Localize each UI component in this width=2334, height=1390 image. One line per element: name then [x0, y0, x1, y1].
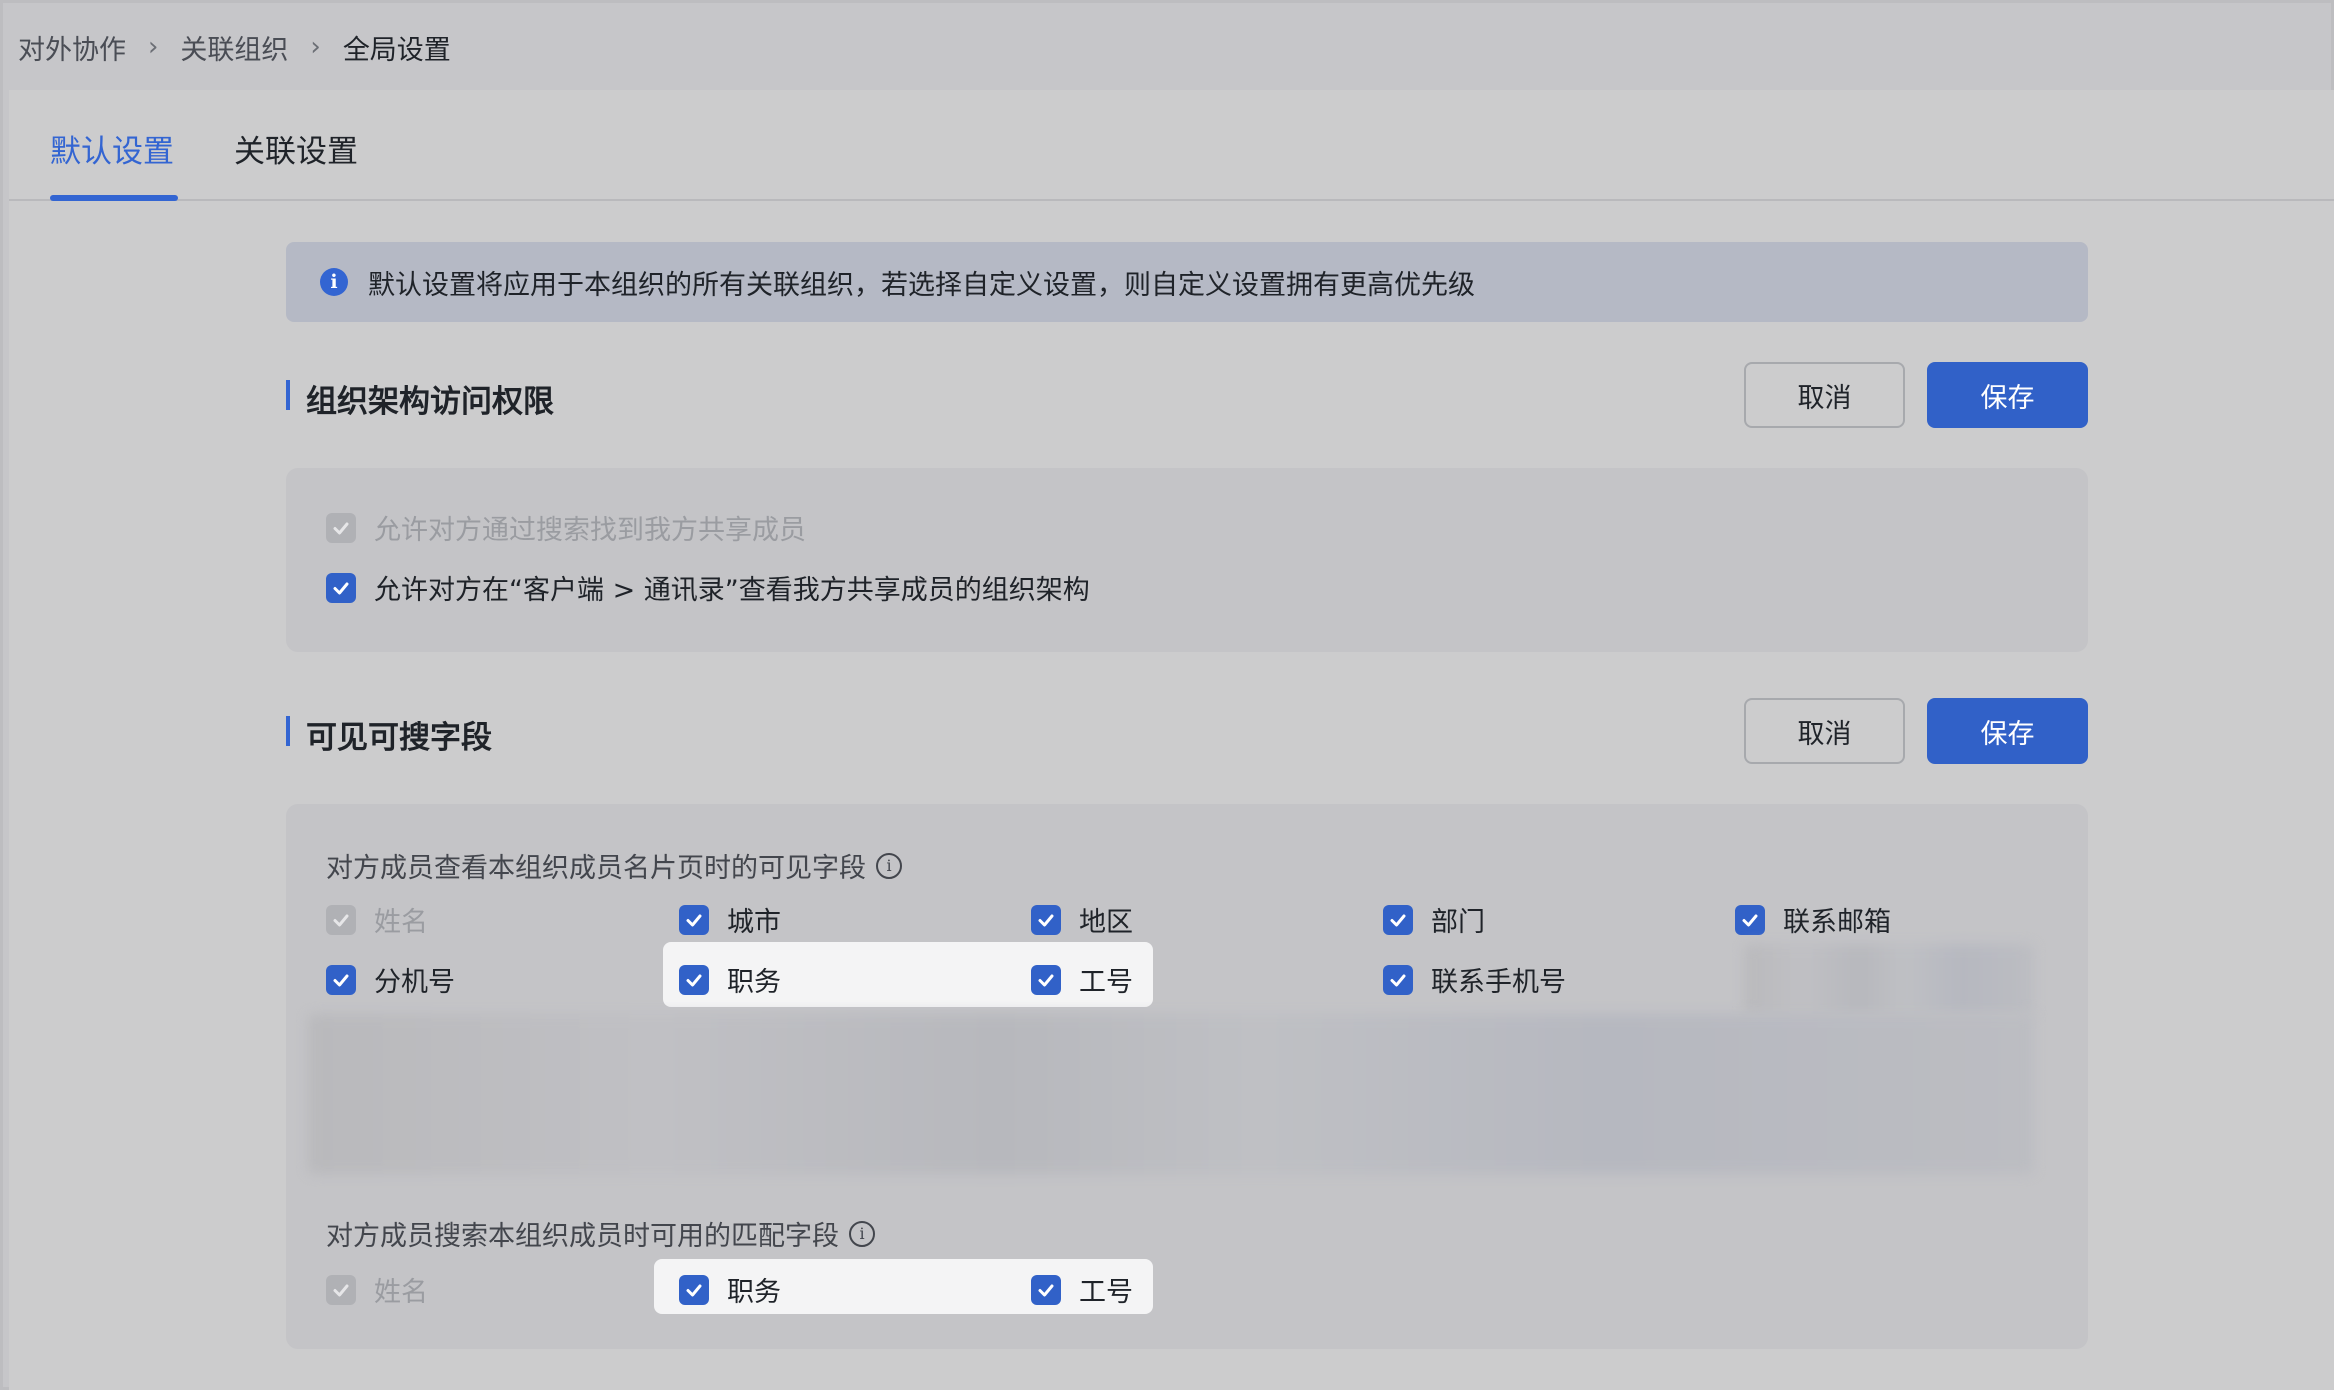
- checkbox-label: 姓名: [374, 907, 428, 938]
- breadcrumb-item-current: 全局设置: [342, 34, 451, 66]
- checkbox-label: 职务: [727, 967, 781, 998]
- checkbox-checked-icon: [1031, 904, 1061, 935]
- field-checkbox-email[interactable]: 联系邮箱: [1735, 900, 1891, 939]
- checkbox-checked-icon: [1031, 1274, 1061, 1305]
- checkbox-view-org-structure[interactable]: 允许对方在“客户端 > 通讯录”查看我方共享成员的组织架构: [326, 568, 1090, 607]
- section-title: 可见可搜字段: [306, 720, 492, 756]
- checkbox-checked-icon: [679, 964, 709, 995]
- checkbox-label: 分机号: [374, 967, 455, 998]
- checkbox-label: 城市: [727, 907, 781, 938]
- checkbox-label: 联系手机号: [1431, 967, 1566, 998]
- save-button[interactable]: 保存: [1927, 362, 2088, 428]
- visible-fields-caption: 对方成员查看本组织成员名片页时的可见字段 i: [326, 846, 902, 885]
- search-checkbox-job-title[interactable]: 职务: [679, 1270, 781, 1309]
- field-checkbox-name[interactable]: 姓名: [326, 900, 428, 939]
- tab-default-settings[interactable]: 默认设置: [50, 126, 174, 171]
- checkbox-label: 联系邮箱: [1783, 907, 1891, 938]
- section-accent-bar: [286, 716, 290, 746]
- info-icon[interactable]: i: [876, 852, 902, 879]
- field-checkbox-region[interactable]: 地区: [1031, 900, 1133, 939]
- blurred-content: [1744, 944, 2034, 1014]
- checkbox-label: 允许对方通过搜索找到我方共享成员: [374, 515, 806, 546]
- checkbox-label: 允许对方在“客户端 > 通讯录”查看我方共享成员的组织架构: [374, 575, 1090, 606]
- field-checkbox-city[interactable]: 城市: [679, 900, 781, 939]
- field-checkbox-extension[interactable]: 分机号: [326, 960, 455, 999]
- chevron-right-icon: ›: [310, 32, 321, 62]
- field-checkbox-job-title[interactable]: 职务: [679, 960, 781, 999]
- checkbox-label: 部门: [1431, 907, 1485, 938]
- checkbox-checked-icon: [679, 1274, 709, 1305]
- field-checkbox-employee-id[interactable]: 工号: [1031, 960, 1133, 999]
- info-icon[interactable]: i: [849, 1220, 875, 1247]
- info-banner: i 默认设置将应用于本组织的所有关联组织，若选择自定义设置，则自定义设置拥有更高…: [286, 242, 2088, 322]
- field-checkbox-mobile[interactable]: 联系手机号: [1383, 960, 1566, 999]
- checkbox-label: 姓名: [374, 1277, 428, 1308]
- section-accent-bar: [286, 380, 290, 410]
- cancel-button[interactable]: 取消: [1744, 362, 1905, 428]
- blurred-content: [308, 1014, 2034, 1174]
- checkbox-checked-icon: [1031, 964, 1061, 995]
- caption-text: 对方成员查看本组织成员名片页时的可见字段: [326, 853, 866, 884]
- search-checkbox-employee-id[interactable]: 工号: [1031, 1270, 1133, 1309]
- banner-text: 默认设置将应用于本组织的所有关联组织，若选择自定义设置，则自定义设置拥有更高优先…: [368, 269, 1475, 301]
- org-access-options-box: 允许对方通过搜索找到我方共享成员 允许对方在“客户端 > 通讯录”查看我方共享成…: [286, 468, 2088, 652]
- search-fields-caption: 对方成员搜索本组织成员时可用的匹配字段 i: [326, 1214, 875, 1253]
- checkbox-checked-icon: [326, 904, 356, 935]
- checkbox-label: 职务: [727, 1277, 781, 1308]
- checkbox-label: 地区: [1079, 907, 1133, 938]
- settings-panel: 默认设置 关联设置 i 默认设置将应用于本组织的所有关联组织，若选择自定义设置，…: [9, 90, 2334, 1390]
- checkbox-checked-icon: [1735, 904, 1765, 935]
- section-visible-fields-header: 可见可搜字段 取消 保存: [286, 698, 2088, 764]
- checkbox-checked-icon: [326, 572, 356, 603]
- checkbox-checked-icon: [1383, 964, 1413, 995]
- visible-fields-box: 对方成员查看本组织成员名片页时的可见字段 i 姓名 城市 地区 部门 联系邮箱: [286, 804, 2088, 1349]
- checkbox-checked-icon: [326, 1274, 356, 1305]
- checkbox-checked-icon: [679, 904, 709, 935]
- checkbox-search-shared-members[interactable]: 允许对方通过搜索找到我方共享成员: [326, 508, 806, 547]
- chevron-right-icon: ›: [148, 32, 159, 62]
- breadcrumb-item-linked-orgs[interactable]: 关联组织: [180, 28, 288, 67]
- search-checkbox-name[interactable]: 姓名: [326, 1270, 428, 1309]
- checkbox-checked-icon: [326, 512, 356, 543]
- caption-text: 对方成员搜索本组织成员时可用的匹配字段: [326, 1221, 839, 1252]
- cancel-button[interactable]: 取消: [1744, 698, 1905, 764]
- checkbox-label: 工号: [1079, 967, 1133, 998]
- checkbox-checked-icon: [326, 964, 356, 995]
- info-icon: i: [320, 268, 348, 296]
- active-tab-indicator: [50, 195, 178, 201]
- section-title: 组织架构访问权限: [306, 384, 554, 420]
- tab-link-settings[interactable]: 关联设置: [234, 126, 358, 171]
- section-org-access-header: 组织架构访问权限 取消 保存: [286, 362, 2088, 428]
- checkbox-label: 工号: [1079, 1277, 1133, 1308]
- tab-bar: 默认设置 关联设置: [9, 90, 2334, 201]
- field-checkbox-department[interactable]: 部门: [1383, 900, 1485, 939]
- save-button[interactable]: 保存: [1927, 698, 2088, 764]
- checkbox-checked-icon: [1383, 904, 1413, 935]
- breadcrumb-item-collab[interactable]: 对外协作: [18, 28, 126, 67]
- breadcrumb: 对外协作 › 关联组织 › 全局设置: [18, 20, 451, 74]
